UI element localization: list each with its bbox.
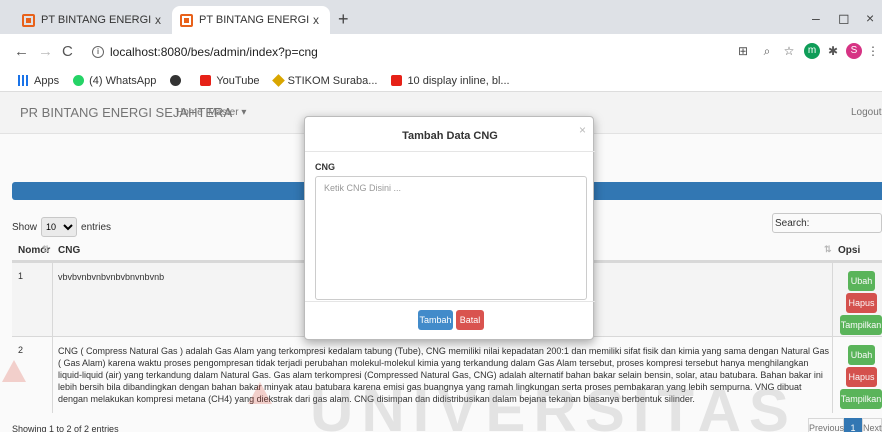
- new-tab-button[interactable]: +: [338, 9, 349, 30]
- modal-divider: [305, 301, 595, 302]
- bookmark-youtube[interactable]: YouTube: [200, 75, 260, 87]
- tab-close-icon[interactable]: x: [152, 13, 164, 27]
- close-icon[interactable]: ×: [579, 123, 586, 137]
- bookmark-github[interactable]: [170, 75, 186, 86]
- star-icon[interactable]: ☆: [782, 44, 796, 58]
- cancel-button[interactable]: Batal: [456, 310, 484, 330]
- add-cng-modal: Tambah Data CNG × CNG Tambah Batal: [304, 116, 595, 340]
- window-restore-button[interactable]: ◻: [838, 10, 850, 27]
- extension-m-icon[interactable]: m: [804, 43, 820, 59]
- bookmark-apps[interactable]: Apps: [18, 75, 59, 87]
- bookmark-stikom[interactable]: STIKOM Suraba...: [271, 74, 377, 87]
- modal-divider: [305, 151, 595, 152]
- cng-textarea[interactable]: [315, 176, 587, 300]
- browser-tab-1[interactable]: PT BINTANG ENERGI SEJAHTERA x: [14, 6, 172, 34]
- github-icon: [170, 75, 182, 86]
- bookmark-whatsapp[interactable]: (4) WhatsApp: [73, 75, 156, 87]
- menu-icon[interactable]: ⋮: [866, 44, 880, 58]
- address-bar-row: ← → C i localhost:8080/bes/admin/index?p…: [0, 34, 882, 70]
- profile-avatar[interactable]: S: [846, 43, 862, 59]
- back-arrow-icon[interactable]: ←: [14, 43, 29, 60]
- cng-field-label: CNG: [315, 162, 335, 172]
- site-favicon-icon: [180, 13, 193, 27]
- window-close-button[interactable]: ×: [866, 10, 874, 26]
- add-button[interactable]: Tambah: [418, 310, 453, 330]
- bookmarks-bar: Apps (4) WhatsApp YouTube STIKOM Suraba.…: [0, 70, 882, 92]
- tab-close-icon[interactable]: x: [310, 13, 322, 27]
- bookmark-display-inline[interactable]: 10 display inline, bl...: [391, 75, 510, 87]
- url-text: localhost:8080/bes/admin/index?p=cng: [110, 45, 318, 59]
- url-input[interactable]: i localhost:8080/bes/admin/index?p=cng: [86, 41, 726, 63]
- modal-title: Tambah Data CNG: [402, 130, 498, 142]
- youtube-icon: [391, 75, 403, 86]
- puzzle-icon[interactable]: ✱: [826, 44, 840, 58]
- grid-icon: [18, 75, 29, 86]
- tab-title: PT BINTANG ENERGI SEJAHTERA: [199, 14, 310, 26]
- tab-title: PT BINTANG ENERGI SEJAHTERA: [41, 14, 152, 26]
- reload-icon[interactable]: C: [62, 43, 73, 60]
- zoom-icon[interactable]: ⌕: [760, 44, 774, 58]
- forward-arrow-icon[interactable]: →: [38, 43, 53, 60]
- info-icon[interactable]: i: [92, 46, 104, 58]
- browser-tab-2[interactable]: PT BINTANG ENERGI SEJAHTERA x: [172, 6, 330, 34]
- window-minimize-button[interactable]: –: [812, 10, 820, 26]
- whatsapp-icon: [73, 75, 85, 86]
- stikom-icon: [271, 74, 285, 87]
- browser-tab-strip: PT BINTANG ENERGI SEJAHTERA x PT BINTANG…: [0, 0, 882, 34]
- site-favicon-icon: [22, 13, 35, 27]
- youtube-icon: [200, 75, 212, 86]
- translate-icon[interactable]: ⊞: [736, 44, 750, 58]
